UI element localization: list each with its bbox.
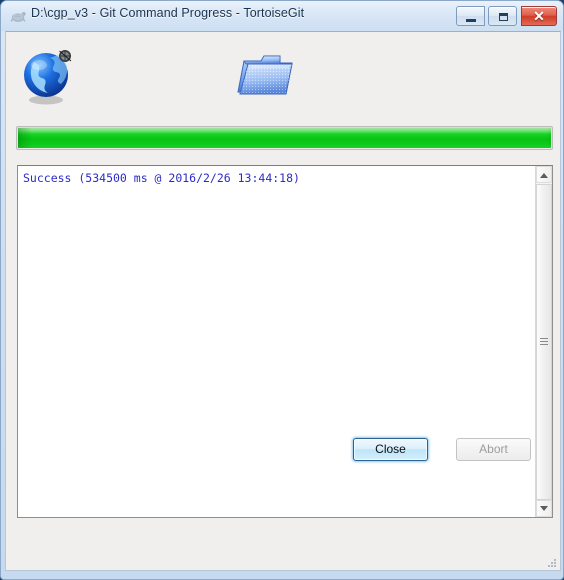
titlebar[interactable]: D:\cgp_v3 - Git Command Progress - Torto… <box>1 1 563 31</box>
restore-button[interactable] <box>488 6 517 26</box>
abort-button: Abort <box>456 438 531 461</box>
minimize-icon <box>465 19 476 22</box>
vertical-scrollbar[interactable] <box>535 166 552 517</box>
grip-lines-icon <box>540 338 548 346</box>
restore-icon <box>498 13 508 21</box>
chevron-up-icon <box>540 172 548 178</box>
log-text: Success (534500 ms @ 2016/2/26 13:44:18) <box>23 171 300 185</box>
progress-bar-fill <box>18 128 551 148</box>
client-area: Success (534500 ms @ 2016/2/26 13:44:18)… <box>5 31 561 571</box>
folder-icon <box>234 50 298 102</box>
close-icon: ✕ <box>533 8 545 24</box>
window-title: D:\cgp_v3 - Git Command Progress - Torto… <box>31 6 305 20</box>
scroll-up-button[interactable] <box>536 166 552 183</box>
minimize-button[interactable] <box>456 6 485 26</box>
progress-bar <box>16 126 553 150</box>
close-button[interactable]: Close <box>353 438 428 461</box>
globe-network-icon <box>20 44 78 106</box>
log-output-panel[interactable]: Success (534500 ms @ 2016/2/26 13:44:18) <box>17 165 553 518</box>
vertical-scrollbar-thumb[interactable] <box>536 184 552 500</box>
scroll-down-button[interactable] <box>536 500 552 517</box>
transfer-icon-row <box>6 32 560 124</box>
resize-grip[interactable] <box>546 557 557 568</box>
close-window-button[interactable]: ✕ <box>521 6 557 26</box>
chevron-down-icon <box>540 505 548 511</box>
tortoisegit-turtle-icon <box>9 8 26 25</box>
git-command-progress-window: D:\cgp_v3 - Git Command Progress - Torto… <box>0 0 564 580</box>
